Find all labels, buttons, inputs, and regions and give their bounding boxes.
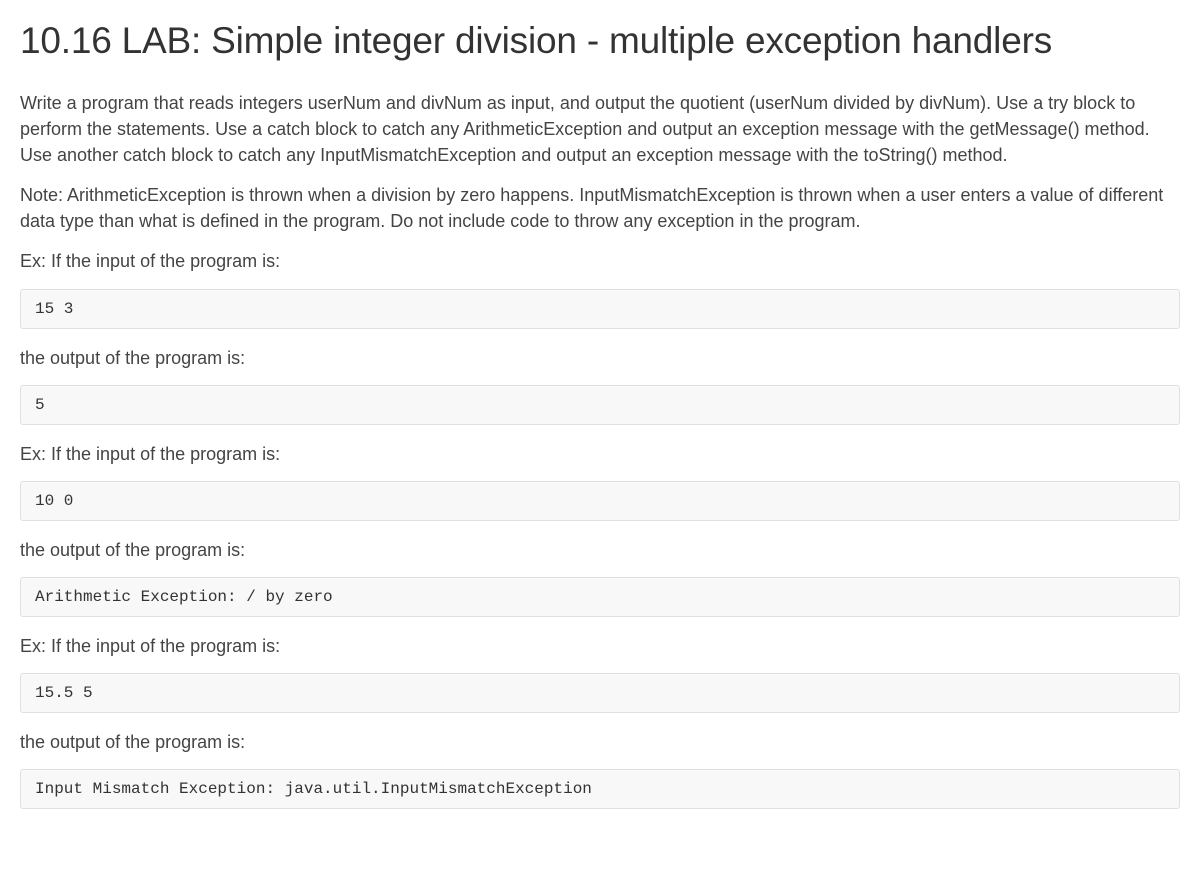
example-2-input: 10 0 bbox=[20, 481, 1180, 521]
example-3-output: Input Mismatch Exception: java.util.Inpu… bbox=[20, 769, 1180, 809]
example-3-input: 15.5 5 bbox=[20, 673, 1180, 713]
example-1-output-label: the output of the program is: bbox=[20, 345, 1180, 371]
example-1-input: 15 3 bbox=[20, 289, 1180, 329]
example-2-output: Arithmetic Exception: / by zero bbox=[20, 577, 1180, 617]
example-2-output-label: the output of the program is: bbox=[20, 537, 1180, 563]
lab-title: 10.16 LAB: Simple integer division - mul… bbox=[20, 20, 1180, 62]
example-1-output: 5 bbox=[20, 385, 1180, 425]
example-3-output-label: the output of the program is: bbox=[20, 729, 1180, 755]
note-paragraph: Note: ArithmeticException is thrown when… bbox=[20, 182, 1180, 234]
example-2-input-label: Ex: If the input of the program is: bbox=[20, 441, 1180, 467]
example-1-input-label: Ex: If the input of the program is: bbox=[20, 248, 1180, 274]
example-3-input-label: Ex: If the input of the program is: bbox=[20, 633, 1180, 659]
lab-instructions: 10.16 LAB: Simple integer division - mul… bbox=[0, 0, 1200, 821]
intro-paragraph: Write a program that reads integers user… bbox=[20, 90, 1180, 168]
